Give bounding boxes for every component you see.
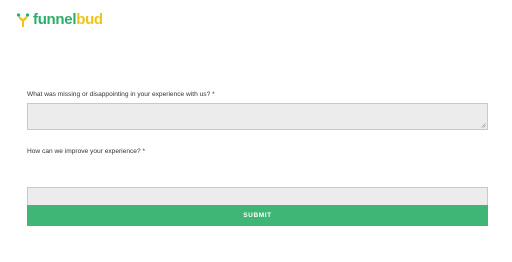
logo-mark-icon — [16, 13, 30, 27]
brand-name: funnelbud — [33, 10, 103, 30]
question-missing-label: What was missing or disappointing in you… — [27, 91, 215, 98]
feedback-form: What was missing or disappointing in you… — [27, 90, 488, 226]
resize-handle-icon[interactable] — [481, 123, 486, 128]
submit-button[interactable]: SUBMIT — [27, 205, 488, 226]
brand-name-part-a: funnel — [33, 11, 77, 28]
question-improve-label: How can we improve your experience? * — [27, 148, 146, 155]
question-missing-textarea[interactable] — [27, 103, 488, 130]
brand-name-part-b: bud — [76, 11, 103, 28]
funnelbud-logo: funnelbud — [16, 10, 103, 30]
